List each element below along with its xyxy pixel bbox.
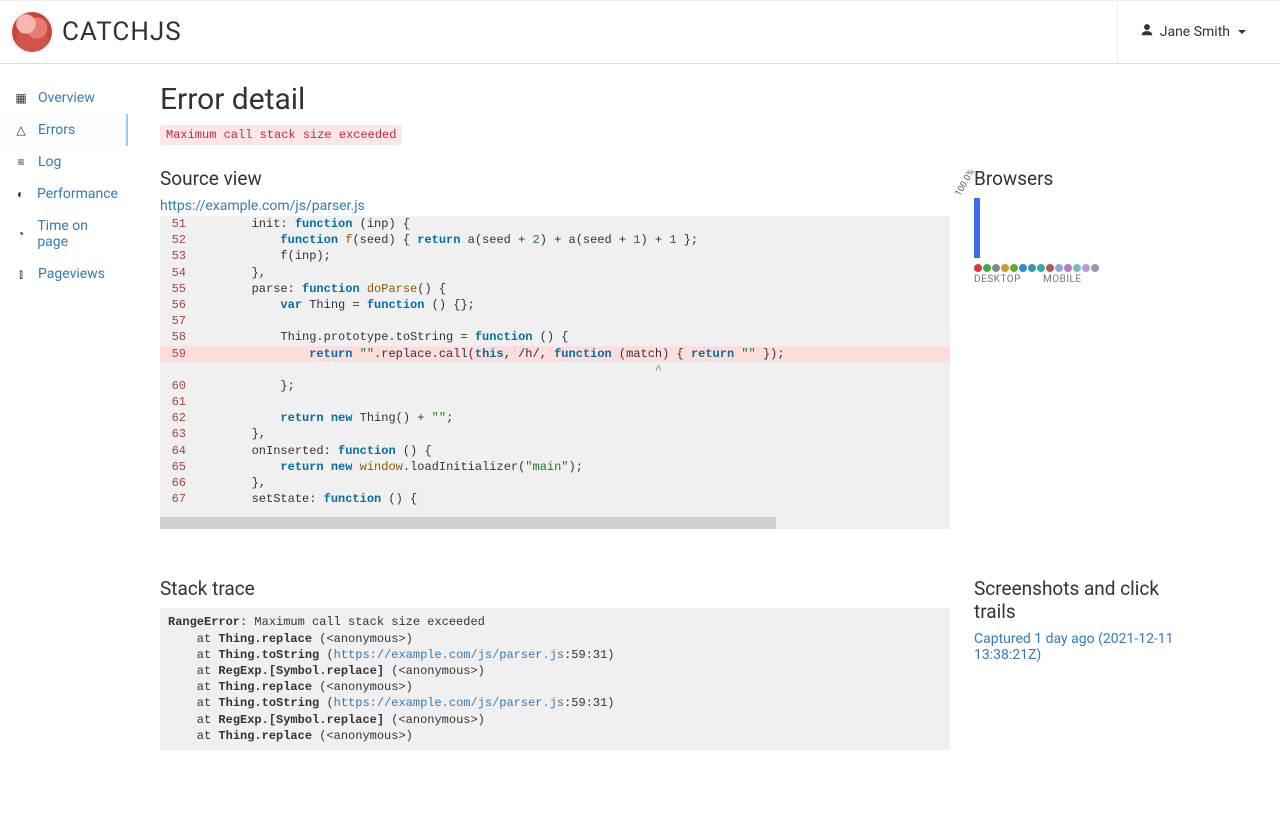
sidebar-item-pageviews[interactable]: ⫾ Pageviews <box>0 258 128 290</box>
page-title: Error detail <box>160 82 1204 117</box>
browsers-chart: 100.0% DESKTOP MOBILE <box>974 198 1204 285</box>
code-line: 57 <box>160 313 950 329</box>
user-menu[interactable]: Jane Smith <box>1117 1 1268 63</box>
log-icon: ≡ <box>14 155 28 169</box>
code-line: 53 f(inp); <box>160 248 950 264</box>
topbar: CATCHJS Jane Smith <box>0 0 1280 64</box>
brand-logo-icon <box>12 12 52 52</box>
code-line: 65 return new window.loadInitializer("ma… <box>160 459 950 475</box>
legend-dot-icon <box>1010 264 1018 272</box>
time-on-page-icon: ◔ <box>14 227 27 241</box>
sidebar-item-label: Errors <box>38 122 75 138</box>
legend-dot-icon <box>974 264 982 272</box>
code-line: 60 }; <box>160 378 950 394</box>
legend-dot-icon <box>1055 264 1063 272</box>
code-line: 59 return "".replace.call(this, /h/, fun… <box>160 346 950 362</box>
sidebar: ▦ Overview △ Errors ≡ Log ◐ Performance ◔ Time on… <box>0 64 128 838</box>
legend-dot-icon <box>1091 264 1099 272</box>
legend-mobile: MOBILE <box>1043 274 1082 285</box>
sidebar-item-label: Pageviews <box>38 266 105 282</box>
sidebar-item-time-on-page[interactable]: ◔ Time on page <box>0 210 128 258</box>
sidebar-item-errors[interactable]: △ Errors <box>0 114 128 146</box>
code-line: 56 var Thing = function () {}; <box>160 297 950 313</box>
code-line: 64 onInserted: function () { <box>160 443 950 459</box>
legend-dot-icon <box>1019 264 1027 272</box>
code-hscroll[interactable] <box>160 517 950 529</box>
browsers-bar: 100.0% <box>974 198 980 258</box>
legend-dot-icon <box>992 264 1000 272</box>
code-line: 52 function f(seed) { return a(seed + 2)… <box>160 232 950 248</box>
legend-desktop: DESKTOP <box>974 274 1021 285</box>
code-line: 55 parse: function doParse() { <box>160 281 950 297</box>
stack-file-link[interactable]: https://example.com/js/parser.js <box>334 648 564 662</box>
brand-link[interactable]: CATCHJS <box>12 12 182 52</box>
legend-dot-icon <box>1082 264 1090 272</box>
code-line: 54 }, <box>160 265 950 281</box>
sidebar-item-label: Overview <box>38 90 95 106</box>
code-line: 66 }, <box>160 475 950 491</box>
sidebar-item-overview[interactable]: ▦ Overview <box>0 82 128 114</box>
user-name: Jane Smith <box>1160 24 1230 40</box>
legend-dot-icon <box>1073 264 1081 272</box>
sidebar-item-performance[interactable]: ◐ Performance <box>0 178 128 210</box>
overview-icon: ▦ <box>14 91 28 105</box>
performance-icon: ◐ <box>14 187 27 201</box>
sidebar-item-label: Time on page <box>37 218 118 250</box>
brand-name: CATCHJS <box>62 17 182 47</box>
legend-dot-icon <box>1037 264 1045 272</box>
sidebar-item-log[interactable]: ≡ Log <box>0 146 128 178</box>
code-line: 61 <box>160 394 950 410</box>
code-line: 58 Thing.prototype.toString = function (… <box>160 329 950 345</box>
stack-trace-block: RangeError: Maximum call stack size exce… <box>160 608 950 750</box>
browsers-heading: Browsers <box>974 167 1204 190</box>
code-line: 67 setState: function () { <box>160 491 950 507</box>
sidebar-item-label: Performance <box>37 186 118 202</box>
user-icon <box>1140 23 1154 41</box>
sidebar-item-label: Log <box>38 154 61 170</box>
code-line: 51 init: function (inp) { <box>160 216 950 232</box>
code-line: 63 }, <box>160 426 950 442</box>
source-file-link[interactable]: https://example.com/js/parser.js <box>160 198 365 214</box>
screenshot-capture-link[interactable]: Captured 1 day ago (2021-12-11 13:38:21Z… <box>974 631 1174 663</box>
error-message-badge: Maximum call stack size exceeded <box>160 125 402 145</box>
legend-dot-icon <box>1028 264 1036 272</box>
caret-down-icon <box>1238 30 1246 34</box>
errors-icon: △ <box>14 123 28 137</box>
stack-trace-heading: Stack trace <box>160 577 950 600</box>
code-caret-line: ^ <box>160 362 950 378</box>
legend-dot-icon <box>1001 264 1009 272</box>
source-view-heading: Source view <box>160 167 950 190</box>
source-code-block: 51 init: function (inp) {52 function f(s… <box>160 216 950 517</box>
pageviews-icon: ⫾ <box>14 267 28 281</box>
code-line: 62 return new Thing() + ""; <box>160 410 950 426</box>
main-content: Error detail Maximum call stack size exc… <box>128 64 1228 838</box>
legend-dot-icon <box>983 264 991 272</box>
stack-file-link[interactable]: https://example.com/js/parser.js <box>334 696 564 710</box>
legend-dot-icon <box>1046 264 1054 272</box>
screenshots-heading: Screenshots and click trails <box>974 577 1204 623</box>
legend-dot-icon <box>1064 264 1072 272</box>
